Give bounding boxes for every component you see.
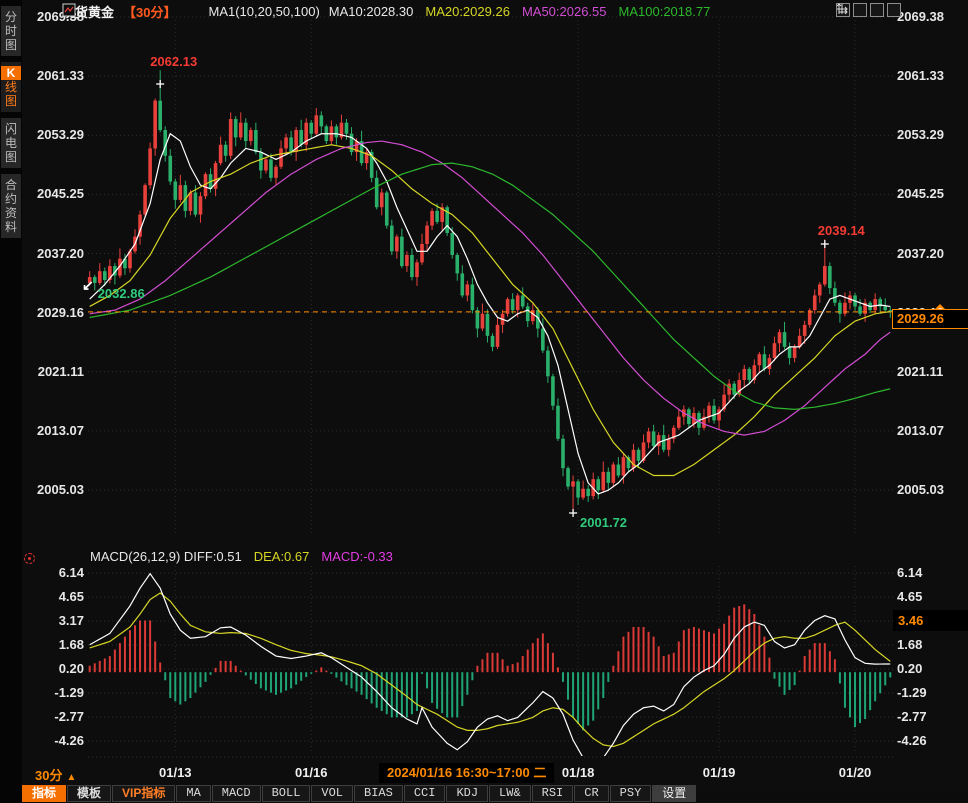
price-axis-right-4: 2037.20 (897, 247, 944, 261)
footer-tab-15[interactable]: 设置 (652, 785, 696, 802)
ma-value-2: MA20:2029.26 (425, 4, 510, 19)
price-axis-right-6: 2021.11 (897, 365, 943, 379)
southwest-arrow-icon: ↙ (82, 277, 94, 294)
annotation-high: 2062.13 (150, 54, 197, 69)
macd-axis-left-2: 3.17 (26, 614, 84, 628)
macd-axis-right-3: 1.68 (897, 638, 922, 652)
price-axis-left-5: 2029.16 (26, 306, 84, 320)
x-axis-date-01-19: 01/19 (703, 765, 736, 780)
sidebar-tab-1[interactable]: 分时图 (1, 6, 21, 56)
macd-axis-right-0: 6.14 (897, 566, 922, 580)
pan-right-icon[interactable] (887, 3, 901, 17)
x-axis-date-01-20: 01/20 (839, 765, 872, 780)
footer-tab-7[interactable]: VOL (311, 785, 353, 802)
macd-axis-left-1: 4.65 (26, 590, 84, 604)
price-axis-left-4: 2037.20 (26, 247, 84, 261)
grid (88, 17, 893, 757)
macd-axis-left-0: 6.14 (26, 566, 84, 580)
price-axis-right-8: 2005.03 (897, 483, 944, 497)
current-price-badge: 2029.26 (892, 309, 968, 329)
price-axis-left-6: 2021.11 (26, 365, 84, 379)
footer-tab-3[interactable]: VIP指标 (112, 785, 175, 802)
ma-line-ma20 (90, 145, 891, 476)
period-label: 【30分】 (123, 2, 176, 21)
period-selector[interactable]: 30分▲ (35, 765, 76, 784)
footer-tab-13[interactable]: CR (574, 785, 608, 802)
price-axis-right-2: 2053.29 (897, 128, 944, 142)
price-axis-right-3: 2045.25 (897, 187, 944, 201)
sidebar-tab-2[interactable]: K线图 (1, 62, 21, 112)
fit-vertical-icon[interactable] (853, 3, 867, 17)
footer-tab-12[interactable]: RSI (532, 785, 574, 802)
footer-tab-9[interactable]: CCI (404, 785, 446, 802)
ma-value-3: MA50:2026.55 (522, 4, 607, 19)
ma-params-label: MA1(10,20,50,100) (208, 4, 319, 19)
macd-axis-left-4: 0.20 (26, 662, 84, 676)
footer-tab-14[interactable]: PSY (610, 785, 652, 802)
macd-axis-left-7: -4.26 (26, 734, 84, 748)
footer-tab-8[interactable]: BIAS (354, 785, 403, 802)
x-axis-date-01-18: 01/18 (562, 765, 595, 780)
price-axis-right-0: 2069.38 (897, 10, 944, 24)
annotation-swing-high: 2039.14 (818, 223, 865, 238)
indicator-icon[interactable] (185, 5, 199, 19)
price-axis-left-1: 2061.33 (26, 69, 84, 83)
chevron-up-icon: ▲ (66, 772, 76, 783)
macd-header: MACD(26,12,9) DIFF:0.51 DEA:0.67 MACD:-0.3… (90, 549, 393, 564)
price-axis-right-1: 2061.33 (897, 69, 944, 83)
macd-header-part-3: MACD:-0.33 (321, 549, 393, 564)
footer-tab-6[interactable]: BOLL (262, 785, 311, 802)
indicator-cycle-icon[interactable] (24, 553, 35, 564)
x-axis-date-01-13: 01/13 (159, 765, 192, 780)
annotation-low: 2001.72 (580, 515, 627, 530)
chart-canvas[interactable] (0, 0, 968, 803)
annotation-low-left: 2032.86 (98, 286, 145, 301)
ma-value-1: MA10:2028.30 (329, 4, 414, 19)
sidebar: 分时图 K线图闪电图合约资料 (0, 0, 22, 803)
indicator-tab-bar: 指标模板VIP指标MAMACDBOLLVOLBIASCCIKDJLW&RSICR… (22, 785, 968, 803)
chart-toolbar (836, 3, 901, 17)
macd-value-badge: 3.46 (893, 610, 968, 631)
macd-axis-right-5: -1.29 (897, 686, 927, 700)
footer-tab-4[interactable]: MA (176, 785, 210, 802)
macd-header-part-1: MACD(26,12,9) DIFF:0.51 (90, 549, 242, 564)
fit-horizontal-icon[interactable] (870, 3, 884, 17)
macd-axis-left-6: -2.77 (26, 710, 84, 724)
price-axis-right-7: 2013.07 (897, 424, 944, 438)
sidebar-tab-4[interactable]: 合约资料 (1, 174, 21, 238)
macd-histogram (90, 604, 891, 730)
footer-tab-5[interactable]: MACD (212, 785, 261, 802)
macd-axis-right-1: 4.65 (897, 590, 922, 604)
price-axis-left-3: 2045.25 (26, 187, 84, 201)
candlestick-series (88, 70, 892, 514)
x-axis-date-01-16: 01/16 (295, 765, 328, 780)
trading-app: 分时图 K线图闪电图合约资料 现货黄金 【30分】 MA1(10,20,50,10… (0, 0, 968, 803)
macd-axis-left-3: 1.68 (26, 638, 84, 652)
footer-tab-2[interactable]: 模板 (67, 785, 111, 802)
macd-header-part-2: DEA:0.67 (254, 549, 310, 564)
x-axis-bar: 30分▲ 2024/01/16 16:30~17:00 二 01/13 01/16… (22, 762, 968, 785)
ma-values: MA10:2028.30 MA20:2029.26 MA50:2026.55 MA10… (329, 4, 711, 19)
macd-axis-left-5: -1.29 (26, 686, 84, 700)
macd-axis-right-6: -2.77 (897, 710, 927, 724)
price-axis-left-2: 2053.29 (26, 128, 84, 142)
footer-tab-11[interactable]: LW& (489, 785, 531, 802)
price-axis-left-7: 2013.07 (26, 424, 84, 438)
chart-header: 现货黄金 【30分】 MA1(10,20,50,100) MA10:2028.3… (62, 3, 710, 20)
sidebar-tab-3[interactable]: 闪电图 (1, 118, 21, 168)
ma-line-ma100 (90, 163, 891, 409)
footer-tab-10[interactable]: KDJ (446, 785, 488, 802)
macd-axis-right-4: 0.20 (897, 662, 922, 676)
macd-axis-right-7: -4.26 (897, 734, 927, 748)
footer-tab-1[interactable]: 指标 (22, 785, 66, 802)
bar-timestamp: 2024/01/16 16:30~17:00 二 (379, 763, 554, 783)
price-axis-left-8: 2005.03 (26, 483, 84, 497)
ma-value-4: MA100:2018.77 (619, 4, 711, 19)
